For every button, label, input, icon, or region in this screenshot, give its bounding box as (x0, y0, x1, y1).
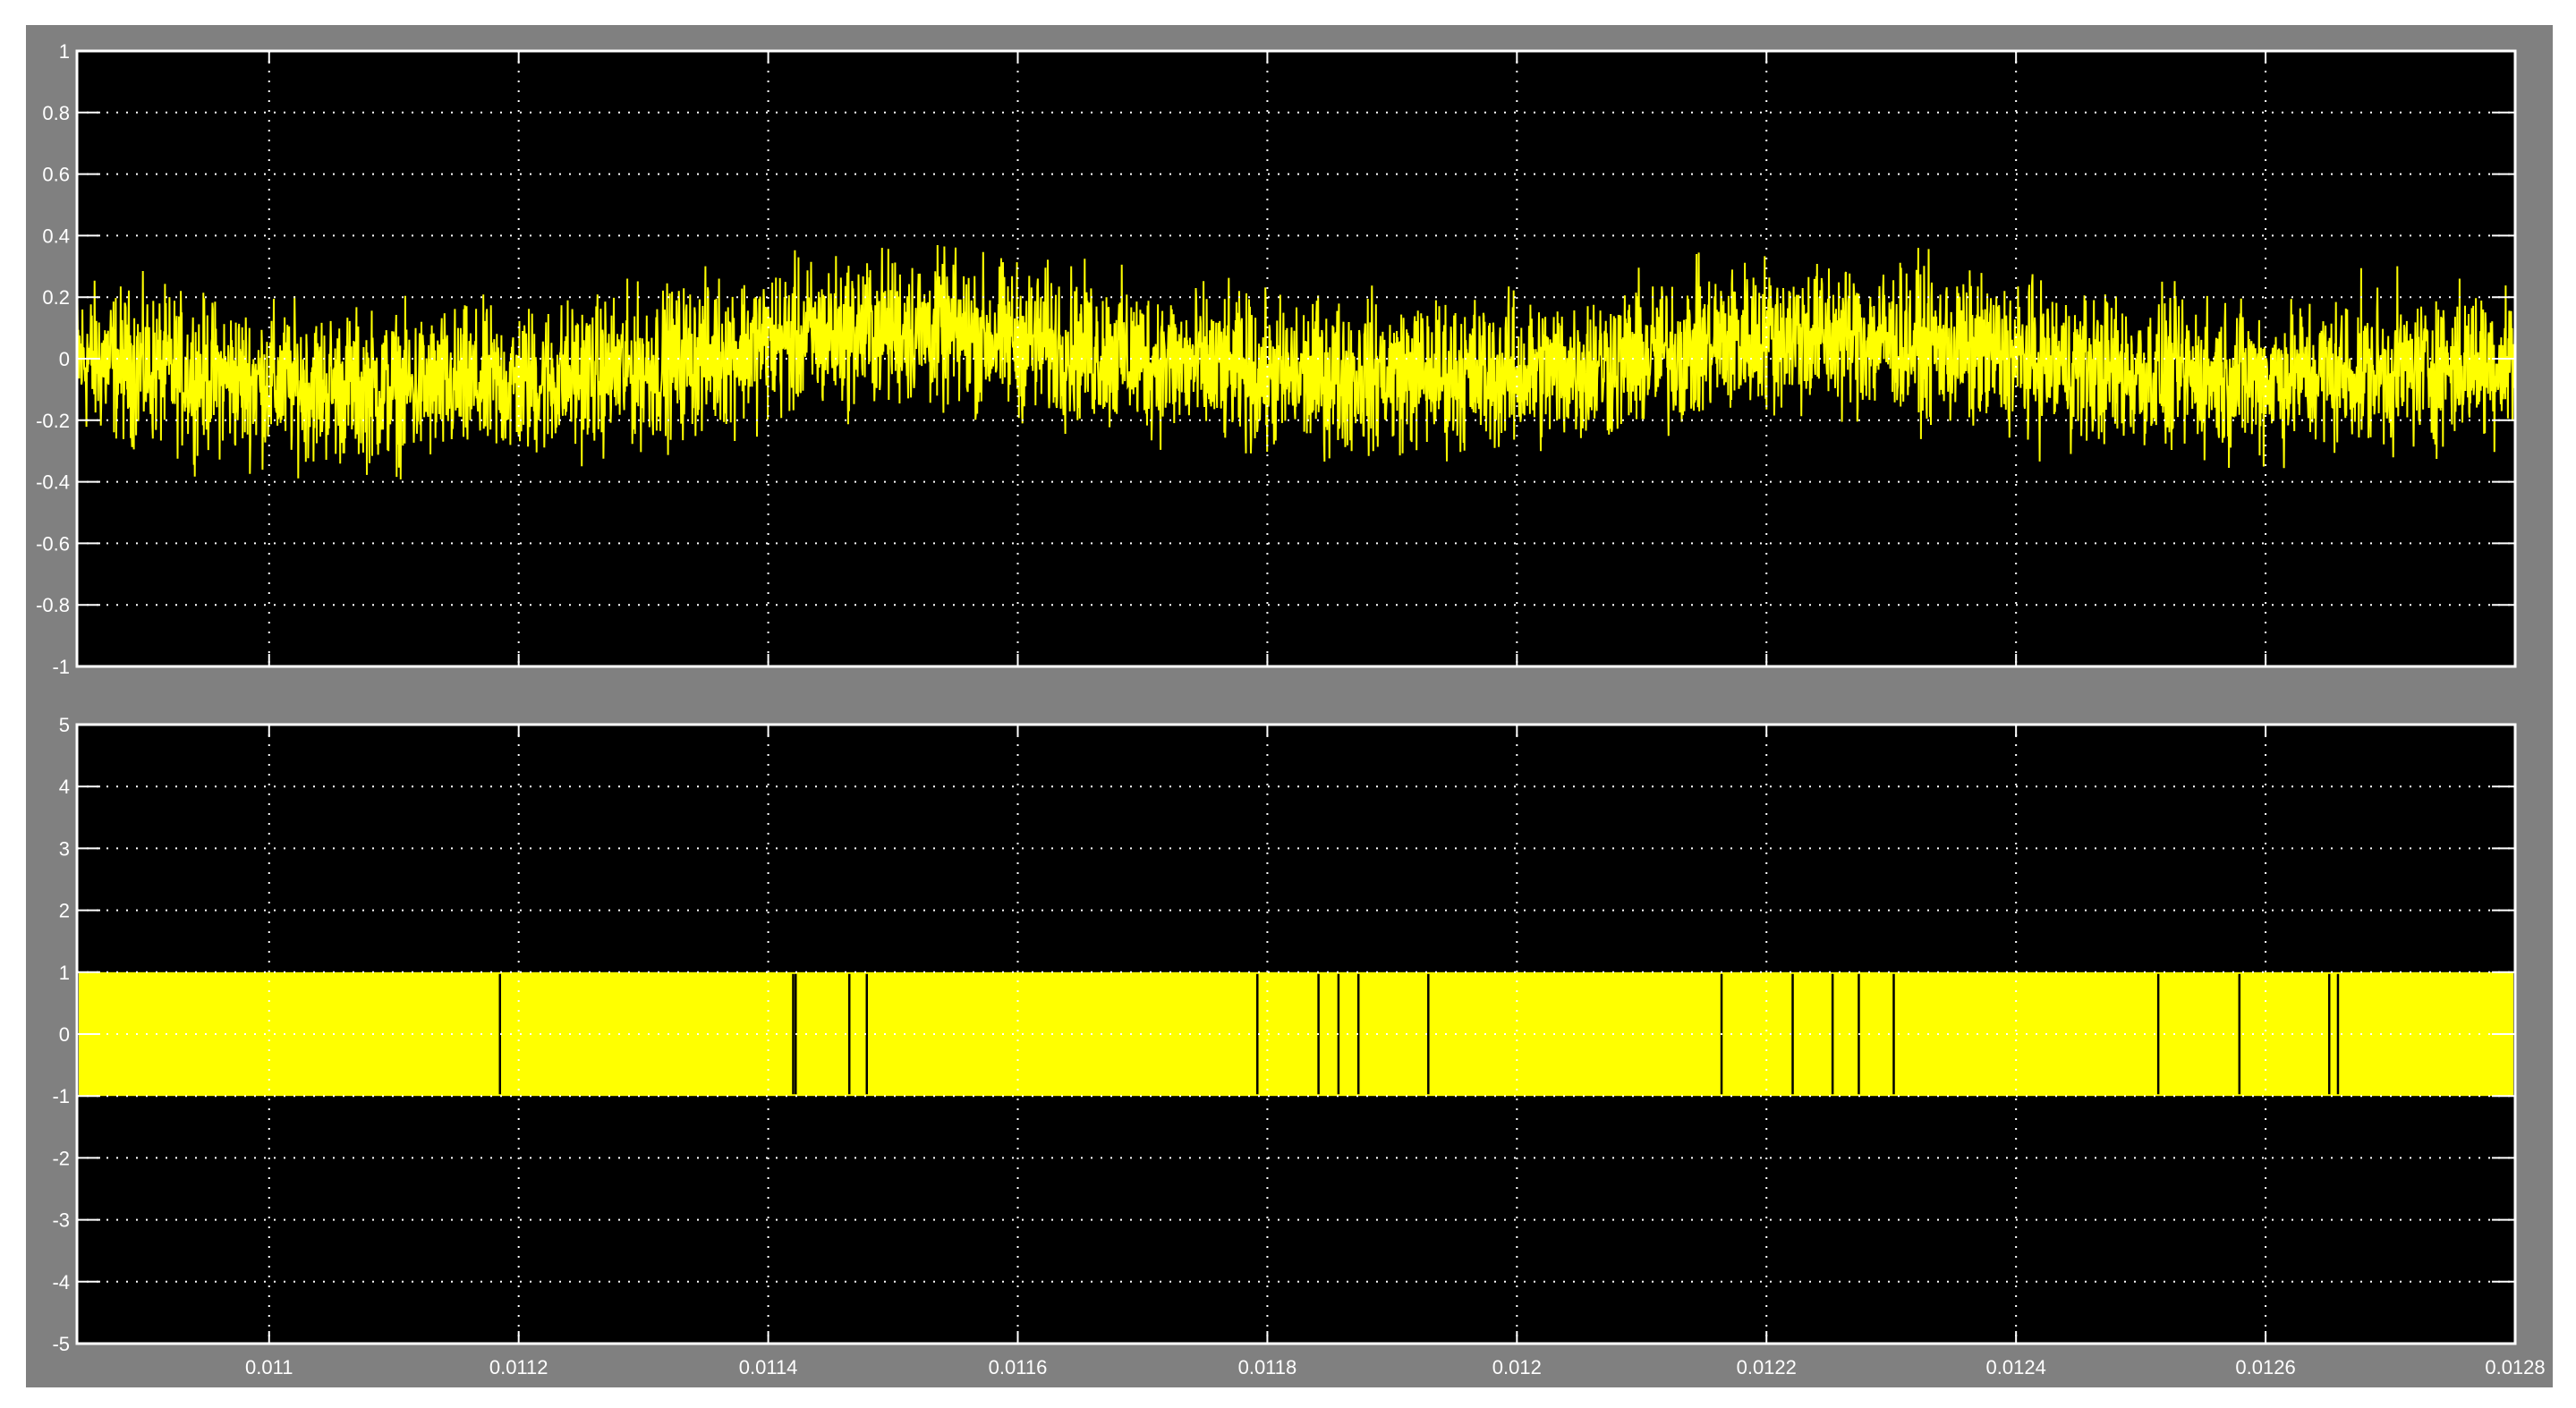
axes-bottom: 5 4 3 2 1 0 -1 -2 -3 -4 -5 0.011 0.0112 0.0114 0.0116 0… (52, 714, 2545, 1378)
y-tick-label: 1 (59, 962, 70, 984)
x-tick-label: 0.0116 (989, 1356, 1048, 1378)
y-tick-label: -3 (52, 1209, 70, 1232)
axes-top: 1 0.8 0.6 0.4 0.2 0 -0.2 -0.4 -0.6 -0.8 -1 (36, 40, 2517, 678)
x-tick-label: 0.0124 (1986, 1356, 2046, 1378)
x-tick-label: 0.0128 (2485, 1356, 2545, 1378)
y-tick-label: -4 (52, 1271, 70, 1293)
scope-window: 1 0.8 0.6 0.4 0.2 0 -0.2 -0.4 -0.6 -0.8 -1 5 4 3 2 1 0 -1… (26, 25, 2553, 1387)
y-tick-label: 0 (59, 348, 70, 370)
y-tick-label: 5 (59, 714, 70, 736)
y-tick-label: 1 (59, 40, 70, 63)
x-tick-label: 0.0122 (1737, 1356, 1797, 1378)
y-tick-label: 0.4 (42, 225, 70, 247)
y-tick-label: -0.4 (36, 471, 70, 494)
y-tick-label: 0 (59, 1023, 70, 1046)
y-tick-label: -1 (52, 1085, 70, 1107)
y-tick-label: -0.2 (36, 410, 70, 432)
y-tick-label: 4 (59, 776, 70, 798)
y-tick-label: -2 (52, 1147, 70, 1169)
switching-signal-band (79, 971, 2513, 1097)
x-tick-label: 0.011 (245, 1356, 293, 1378)
y-tick-label: 0.2 (42, 286, 70, 309)
y-tick-label: 0.8 (42, 102, 70, 124)
y-tick-label: -0.6 (36, 532, 70, 555)
x-tick-label: 0.0126 (2235, 1356, 2295, 1378)
x-tick-label: 0.0118 (1238, 1356, 1297, 1378)
scope-plots: 1 0.8 0.6 0.4 0.2 0 -0.2 -0.4 -0.6 -0.8 -1 5 4 3 2 1 0 -1… (36, 40, 2546, 1378)
x-tick-label: 0.0114 (739, 1356, 798, 1378)
y-tick-label: 0.6 (42, 164, 70, 186)
y-tick-label: -0.8 (36, 594, 70, 616)
y-tick-label: -5 (52, 1333, 70, 1355)
y-tick-label: 2 (59, 900, 70, 922)
y-tick-label: 3 (59, 837, 70, 860)
y-tick-label: -1 (52, 656, 70, 678)
x-tick-label: 0.0112 (489, 1356, 548, 1378)
x-tick-label: 0.012 (1492, 1356, 1542, 1378)
